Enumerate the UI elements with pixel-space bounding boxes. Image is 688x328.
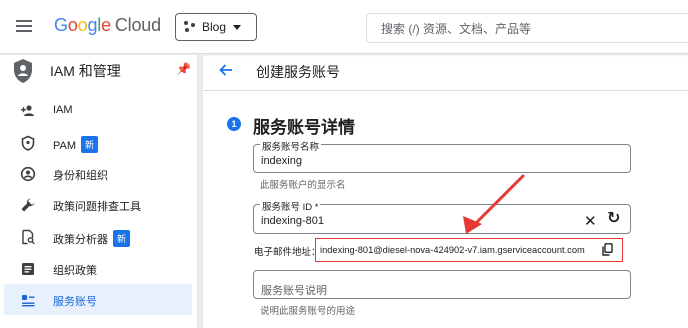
new-badge: 新 [81,136,99,153]
sidebar-title: IAM 和管理 [50,63,121,79]
search-input[interactable]: 搜索 (/) 资源、文档、产品等 [366,13,688,43]
top-bar: Google Cloud Blog 搜索 (/) 资源、文档、产品等 [0,0,688,54]
sidebar-item-label: 政策问题排查工具 [53,201,141,213]
sidebar-header: IAM 和管理 📌 [0,55,197,85]
copy-icon[interactable] [602,243,613,256]
sidebar-item-label-text: PAM [53,140,77,152]
sidebar-item-policy-troubleshooter[interactable]: 政策问题排查工具 [4,189,192,220]
logo-product: Cloud [114,15,161,35]
sidebar-item-label: 服务账号 [53,296,97,308]
logo-letter: e [101,15,111,35]
field-value: indexing-801 [261,215,324,227]
sidebar-divider[interactable] [197,55,203,328]
sidebar-item-label: 身份和组织 [53,170,108,182]
name-hint: 此服务账户的显示名 [260,180,346,191]
sidebar-item-label: PAM 新 [53,136,99,153]
sidebar-item-service-accounts[interactable]: 服务账号 [4,284,192,315]
email-label: 电子邮件地址： [254,247,321,258]
back-arrow-icon[interactable] [218,62,234,78]
sidebar-item-identity-org[interactable]: 身份和组织 [4,158,192,189]
field-value: indexing [261,155,302,167]
sidebar: IAM 和管理 📌 IAM PAM 新 身份和组织 政策问题排查工具 政策分析器新… [0,55,200,328]
service-account-description-field[interactable]: 服务账号说明 [253,270,631,299]
logo-letter: o [77,15,88,35]
header-divider [203,90,688,91]
shield-icon [21,135,35,151]
sidebar-item-label-text: 政策分析器 [53,234,108,246]
sidebar-item-label: IAM [53,104,73,116]
clear-icon[interactable]: ✕ [584,212,597,230]
email-address: indexing-801@diesel-nova-424902-v7.iam.g… [320,245,585,255]
sidebar-item-iam[interactable]: IAM [4,95,192,126]
project-name: Blog [202,20,227,34]
account-circle-icon [20,166,36,182]
hamburger-menu-icon[interactable] [14,17,34,37]
iam-shield-icon [14,59,32,83]
wrench-icon [21,198,35,212]
list-box-icon [22,263,34,275]
service-account-id-field[interactable]: 服务账号 ID * indexing-801 [253,199,631,234]
project-picker[interactable]: Blog [175,13,257,41]
description-hint: 说明此服务账号的用途 [260,306,356,317]
logo-letter: G [54,15,68,35]
refresh-icon[interactable]: ↻ [607,208,620,228]
sidebar-item-policy-analyzer[interactable]: 政策分析器新 [4,221,192,252]
logo-letter: g [87,15,98,35]
pin-icon[interactable]: 📌 [176,62,191,76]
search-placeholder: 搜索 (/) 资源、文档、产品等 [381,21,531,36]
new-badge: 新 [113,230,131,247]
document-search-icon [22,229,35,245]
sidebar-item-label: 组织政策 [53,265,97,277]
step-number-badge: 1 [227,117,241,131]
field-label: 服务账号名称 [260,139,322,153]
sidebar-item-org-policies[interactable]: 组织政策 [4,253,192,284]
project-hub-icon [184,21,196,33]
service-account-icon [22,295,35,307]
field-label: 服务账号 ID * [260,199,321,213]
google-cloud-logo[interactable]: Google Cloud [54,15,161,36]
page-title: 创建服务账号 [256,64,340,80]
section-title: 服务账号详情 [253,118,355,137]
field-placeholder: 服务账号说明 [261,285,327,297]
sidebar-item-pam[interactable]: PAM 新 [4,127,192,158]
person-add-icon [21,105,34,116]
sidebar-item-label: 政策分析器新 [53,230,131,247]
logo-letter: o [67,15,78,35]
caret-down-icon [233,24,242,30]
service-account-name-field[interactable]: 服务账号名称 indexing [253,139,631,173]
